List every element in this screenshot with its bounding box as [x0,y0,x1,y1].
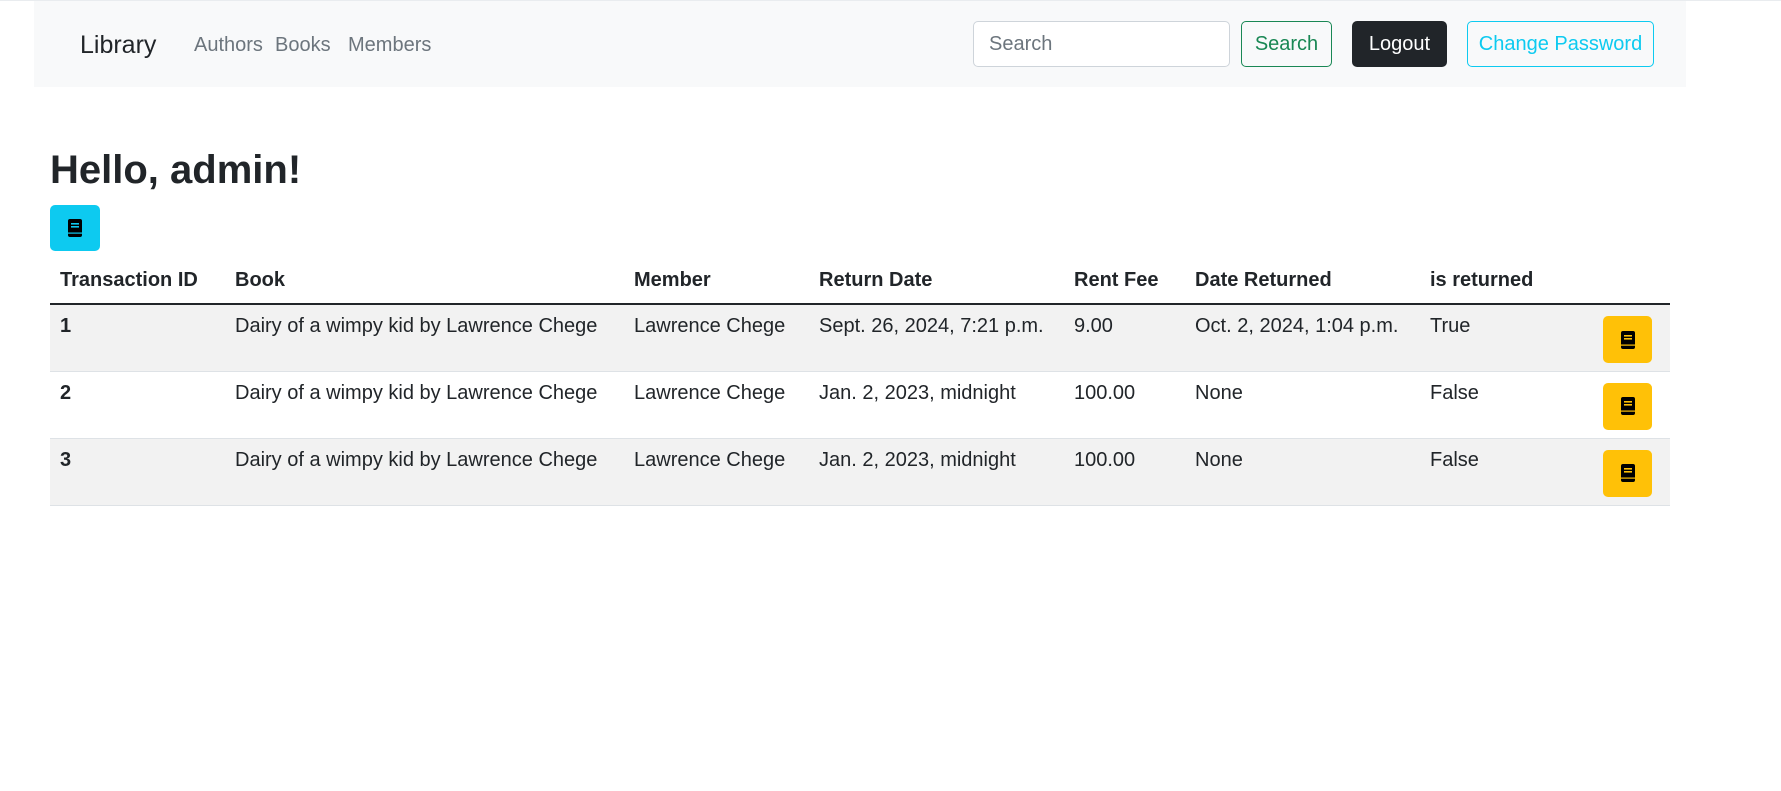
cell-rent-fee: 100.00 [1064,371,1185,439]
cell-is-returned: True [1420,304,1555,372]
search-input[interactable] [973,21,1230,67]
change-password-button[interactable]: Change Password [1467,21,1654,67]
cell-return-date: Jan. 2, 2023, midnight [809,371,1064,439]
column-header-date-returned: Date Returned [1185,258,1420,305]
nav-link-authors[interactable]: Authors [194,34,263,57]
book-icon [1618,330,1638,350]
book-icon [1618,463,1638,483]
cell-member: Lawrence Chege [624,371,809,439]
cell-rent-fee: 100.00 [1064,438,1185,506]
column-header-actions [1555,258,1670,305]
cell-member: Lawrence Chege [624,438,809,506]
table-row: 2 Dairy of a wimpy kid by Lawrence Chege… [50,371,1670,439]
page-title: Hello, admin! [50,148,302,192]
cell-action [1555,438,1670,506]
cell-book: Dairy of a wimpy kid by Lawrence Chege [225,304,624,372]
cell-transaction-id: 3 [50,438,225,506]
column-header-is-returned: is returned [1420,258,1555,305]
return-book-button[interactable] [1603,382,1652,430]
return-book-button[interactable] [1603,449,1652,497]
table-header-row: Transaction ID Book Member Return Date R… [50,258,1670,305]
transactions-table: Transaction ID Book Member Return Date R… [50,258,1670,506]
cell-return-date: Sept. 26, 2024, 7:21 p.m. [809,304,1064,372]
table-row: 1 Dairy of a wimpy kid by Lawrence Chege… [50,304,1670,372]
return-book-button[interactable] [1603,316,1652,363]
navbar: Library Authors Books Members Search Log… [34,1,1686,87]
book-icon [65,218,85,238]
cell-is-returned: False [1420,438,1555,506]
cell-action [1555,371,1670,439]
cell-member: Lawrence Chege [624,304,809,372]
cell-transaction-id: 2 [50,371,225,439]
add-transaction-button[interactable] [50,205,100,251]
cell-action [1555,304,1670,372]
column-header-rent-fee: Rent Fee [1064,258,1185,305]
column-header-return-date: Return Date [809,258,1064,305]
book-icon [1618,396,1638,416]
cell-date-returned: Oct. 2, 2024, 1:04 p.m. [1185,304,1420,372]
column-header-transaction-id: Transaction ID [50,258,225,305]
column-header-book: Book [225,258,624,305]
table-row: 3 Dairy of a wimpy kid by Lawrence Chege… [50,438,1670,506]
cell-book: Dairy of a wimpy kid by Lawrence Chege [225,371,624,439]
cell-rent-fee: 9.00 [1064,304,1185,372]
brand-link[interactable]: Library [80,31,156,60]
nav-link-members[interactable]: Members [348,34,431,57]
cell-date-returned: None [1185,438,1420,506]
cell-date-returned: None [1185,371,1420,439]
logout-button[interactable]: Logout [1352,21,1447,67]
cell-book: Dairy of a wimpy kid by Lawrence Chege [225,438,624,506]
cell-return-date: Jan. 2, 2023, midnight [809,438,1064,506]
cell-is-returned: False [1420,371,1555,439]
cell-transaction-id: 1 [50,304,225,372]
search-button[interactable]: Search [1241,21,1332,67]
nav-link-books[interactable]: Books [275,34,331,57]
column-header-member: Member [624,258,809,305]
